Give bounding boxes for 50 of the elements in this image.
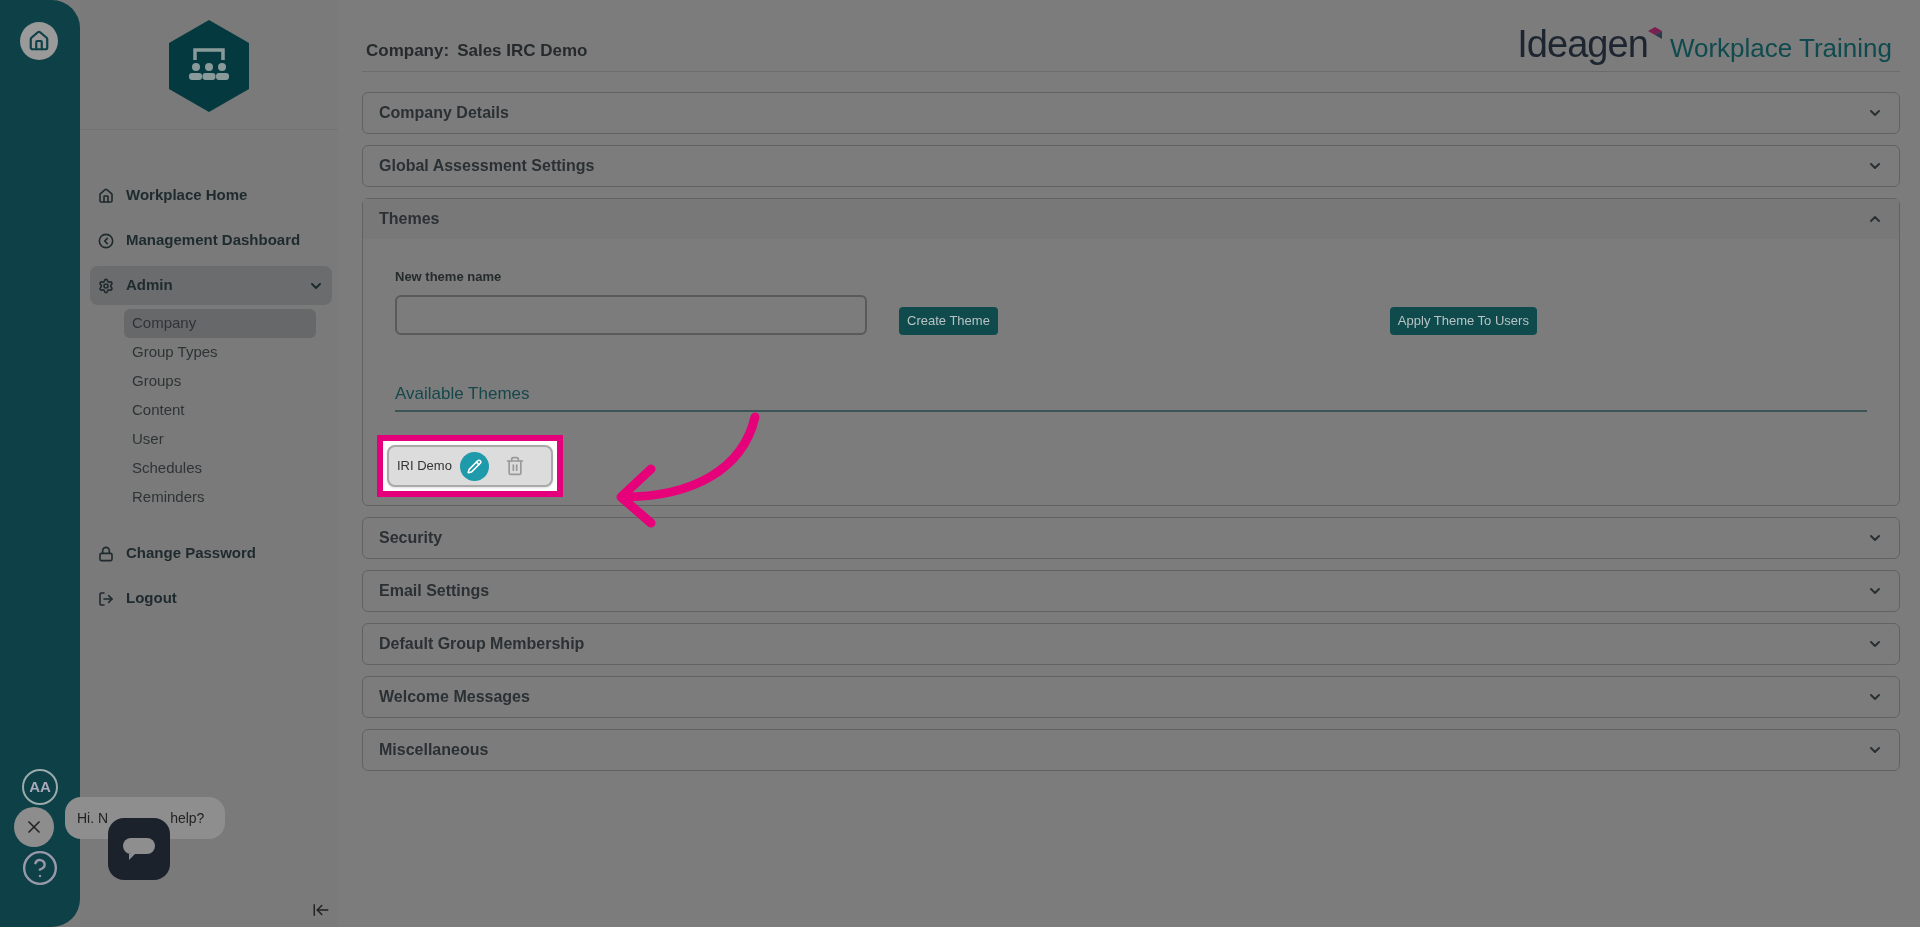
edit-button[interactable] xyxy=(459,451,489,481)
chat-button[interactable] xyxy=(108,818,170,880)
nav-subitem[interactable]: Groups xyxy=(124,367,316,396)
field-label: New theme name xyxy=(395,268,503,286)
accordion-header[interactable]: Themes xyxy=(363,199,1899,239)
chat-greeting: help? xyxy=(170,808,205,828)
accessibility-button[interactable]: AA xyxy=(22,769,58,805)
accordion-header[interactable]: Default Group Membership xyxy=(363,624,1899,664)
nav-item[interactable]: Change Password xyxy=(90,534,332,573)
theme-card[interactable]: IRI Demo xyxy=(387,445,553,487)
nav-item[interactable]: Admin xyxy=(90,266,332,305)
home-icon xyxy=(98,187,114,204)
theme-name-input[interactable] xyxy=(395,294,867,335)
nav-subitem[interactable]: Company xyxy=(124,309,316,338)
help-icon[interactable] xyxy=(21,849,59,887)
nav-subitem[interactable]: Content xyxy=(124,396,316,425)
chat-icon xyxy=(123,838,155,860)
accordion-header[interactable]: Miscellaneous xyxy=(363,730,1899,770)
gear-icon xyxy=(98,277,114,294)
brand-logo: Ideagen xyxy=(1517,25,1648,63)
apply-theme-button[interactable]: Apply Theme To Users xyxy=(1389,306,1537,335)
nav-item[interactable]: Workplace Home xyxy=(90,176,332,215)
logo-icon xyxy=(169,20,249,112)
create-theme-button[interactable]: Create Theme xyxy=(899,306,998,335)
section-heading: Available Themes xyxy=(395,380,1867,412)
nav-item[interactable]: Logout xyxy=(90,579,332,618)
pencil-icon xyxy=(466,458,482,474)
nav-subitem[interactable]: Schedules xyxy=(124,454,316,483)
nav-subitem[interactable]: Group Types xyxy=(124,338,316,367)
accordion-header[interactable]: Company Details xyxy=(363,93,1899,133)
nav-subitem[interactable]: User xyxy=(124,425,316,454)
home-button[interactable] xyxy=(20,22,58,60)
accordion-header[interactable]: Global Assessment Settings xyxy=(363,146,1899,186)
collapse-icon[interactable] xyxy=(312,901,330,919)
nav-item[interactable]: Management Dashboard xyxy=(90,221,332,260)
close-button[interactable] xyxy=(14,807,54,847)
nav-subitem[interactable]: Reminders xyxy=(124,483,316,512)
chat-greeting: Hi. N xyxy=(77,808,109,828)
accordion-header[interactable]: Welcome Messages xyxy=(363,677,1899,717)
accordion-header[interactable]: Email Settings xyxy=(363,571,1899,611)
lock-icon xyxy=(98,545,114,562)
company-label: Company: xyxy=(366,39,450,62)
home-icon xyxy=(28,30,50,52)
accordion-header[interactable]: Security xyxy=(363,518,1899,558)
trash-icon[interactable] xyxy=(504,456,525,476)
circle-chevron-icon xyxy=(98,232,114,249)
logout-icon xyxy=(98,590,114,607)
theme-name: IRI Demo xyxy=(397,457,452,476)
company-name: Sales IRC Demo xyxy=(457,39,588,62)
product-name: Workplace Training xyxy=(1669,35,1892,61)
